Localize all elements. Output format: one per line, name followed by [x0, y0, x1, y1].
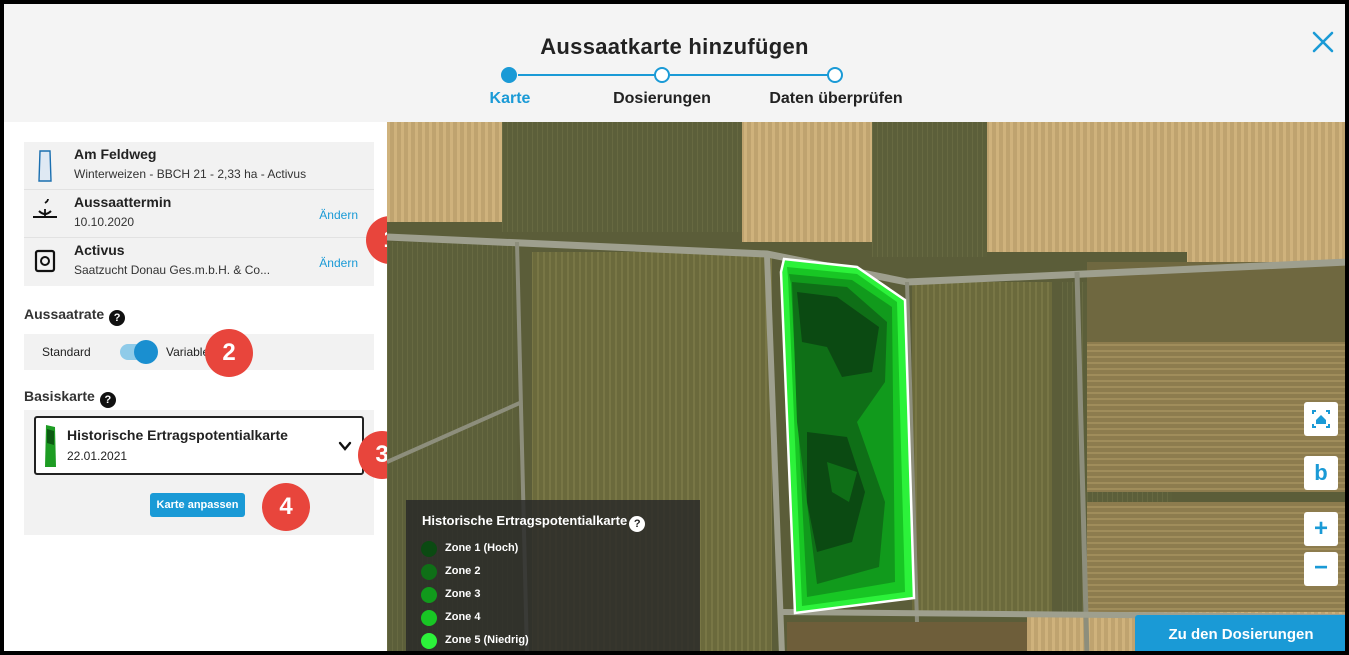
step-dot-daten[interactable]: [827, 67, 843, 83]
stepper-line: [518, 74, 662, 76]
seeding-rate-toggle-box: Standard Variable: [24, 334, 374, 370]
field-row: Am Feldweg Winterweizen - BBCH 21 - 2,33…: [24, 142, 374, 190]
step-dot-karte[interactable]: [501, 67, 517, 83]
option-variable[interactable]: Variable: [166, 345, 209, 359]
plus-icon: +: [1313, 515, 1328, 542]
stepper-line: [670, 74, 840, 76]
step-label-karte[interactable]: Karte: [490, 90, 531, 108]
seed-bag-icon: [30, 245, 60, 277]
minus-icon: −: [1313, 554, 1328, 581]
base-map-title: Historische Ertragspotentialkarte: [67, 427, 288, 443]
legend-label: Zone 5 (Niedrig): [445, 634, 529, 646]
summary-card: Am Feldweg Winterweizen - BBCH 21 - 2,33…: [24, 142, 374, 286]
zoom-out-button[interactable]: −: [1304, 552, 1338, 586]
satellite-map[interactable]: b + − Historische Ertragspotentialkarte?…: [387, 122, 1345, 651]
stepper: Karte Dosierungen Daten überprüfen: [4, 66, 1345, 116]
zone-4-swatch: [421, 610, 437, 626]
change-sowing-date-link[interactable]: Ändern: [319, 208, 358, 222]
dialog-title: Aussaatkarte hinzufügen: [540, 34, 809, 59]
base-map-box: Historische Ertragspotentialkarte 22.01.…: [24, 410, 374, 535]
option-standard[interactable]: Standard: [42, 345, 91, 359]
legend-title-text: Historische Ertragspotentialkarte: [422, 513, 628, 528]
step-dot-dosierungen[interactable]: [654, 67, 670, 83]
callout-badge-2: 2: [205, 329, 253, 377]
zone-3-swatch: [421, 587, 437, 603]
help-icon[interactable]: ?: [99, 392, 116, 408]
zone-5-swatch: [421, 633, 437, 649]
zoom-in-button[interactable]: +: [1304, 512, 1338, 546]
variety-breeder: Saatzucht Donau Ges.m.b.H. & Co...: [74, 263, 271, 277]
base-map-select[interactable]: Historische Ertragspotentialkarte 22.01.…: [34, 416, 364, 475]
base-map-heading: Basiskarte?: [24, 388, 116, 408]
legend-label: Zone 2: [445, 565, 481, 577]
chevron-down-icon[interactable]: [338, 439, 352, 453]
dialog: Aussaatkarte hinzufügen Karte Dosierunge…: [0, 0, 1349, 655]
sowing-date-value: 10.10.2020: [74, 215, 135, 229]
step-label-dosierungen[interactable]: Dosierungen: [613, 90, 711, 108]
seeding-rate-heading: Aussaatrate?: [24, 306, 126, 326]
map-thumbnail-icon: [44, 425, 56, 467]
sowing-date-row: Aussaattermin 10.10.2020 Ändern: [24, 190, 374, 238]
zone-1-swatch: [421, 541, 437, 557]
close-icon[interactable]: [1309, 28, 1337, 56]
seedling-icon: [30, 197, 60, 229]
change-variety-link[interactable]: Ändern: [319, 256, 358, 270]
map-legend: Historische Ertragspotentialkarte? Zone …: [406, 500, 700, 651]
base-map-date: 22.01.2021: [67, 449, 128, 463]
toggle-knob[interactable]: [134, 340, 158, 364]
callout-badge-4: 4: [262, 483, 310, 531]
sowing-date-label: Aussaattermin: [74, 194, 172, 210]
variety-name: Activus: [74, 242, 125, 258]
seeding-rate-label: Aussaatrate: [24, 306, 105, 322]
legend-label: Zone 3: [445, 588, 481, 600]
bing-icon: b: [1314, 460, 1328, 485]
home-locate-button[interactable]: [1304, 402, 1338, 436]
field-details: Winterweizen - BBCH 21 - 2,33 ha - Activ…: [74, 167, 307, 181]
step-label-daten[interactable]: Daten überprüfen: [769, 90, 902, 108]
base-map-label: Basiskarte: [24, 388, 95, 404]
home-icon: [1304, 402, 1338, 436]
zone-2-swatch: [421, 564, 437, 580]
legend-label: Zone 4: [445, 611, 481, 623]
legend-label: Zone 1 (Hoch): [445, 542, 519, 554]
adjust-map-button[interactable]: Karte anpassen: [150, 493, 245, 517]
help-icon[interactable]: ?: [629, 516, 646, 532]
sidebar: Am Feldweg Winterweizen - BBCH 21 - 2,33…: [4, 122, 414, 651]
field-shape-icon: [30, 149, 60, 182]
next-dosing-button[interactable]: Zu den Dosierungen: [1135, 615, 1345, 651]
legend-title: Historische Ertragspotentialkarte?: [422, 513, 646, 532]
dialog-header: Aussaatkarte hinzufügen Karte Dosierunge…: [4, 4, 1345, 122]
help-icon[interactable]: ?: [109, 310, 126, 326]
bing-layer-button[interactable]: b: [1304, 456, 1338, 490]
variety-row: Activus Saatzucht Donau Ges.m.b.H. & Co.…: [24, 238, 374, 286]
field-name: Am Feldweg: [74, 146, 157, 162]
